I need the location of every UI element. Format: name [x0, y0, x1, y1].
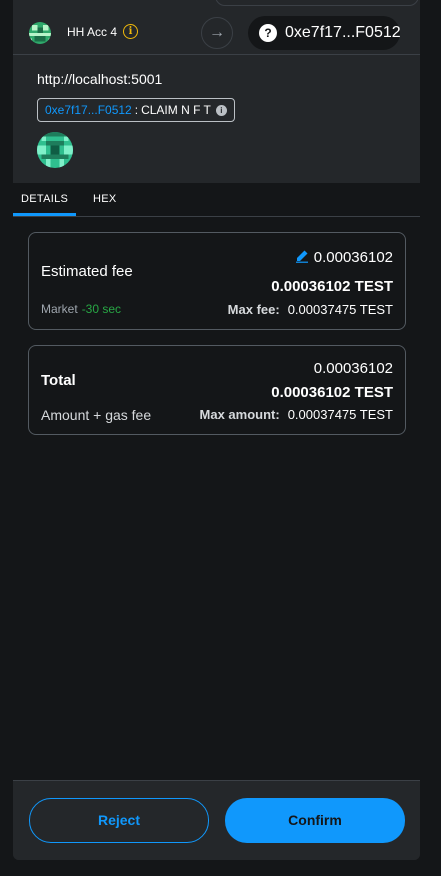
- max-amount-value: 0.00037475 TEST: [287, 407, 393, 422]
- network-pill[interactable]: [215, 0, 419, 6]
- max-amount-label: Max amount:: [199, 407, 280, 422]
- estimated-fee-card: Estimated fee 0.00036102 0.00036102 TEST…: [28, 232, 406, 330]
- info-icon[interactable]: i: [123, 24, 138, 39]
- tab-details[interactable]: DETAILS: [21, 193, 68, 205]
- max-fee-label: Max fee:: [227, 302, 280, 317]
- max-amount-row: Max amount: 0.00037475 TEST: [200, 407, 393, 422]
- estimated-fee-label: Estimated fee: [41, 263, 133, 280]
- account-name: HH Acc 4: [67, 25, 118, 39]
- contract-method-pill: 0xe7f17...F0512 : CLAIM N F T i: [37, 98, 235, 122]
- max-fee-row: Max fee: 0.00037475 TEST: [228, 302, 393, 317]
- account-header: HH Acc 4 i → ? 0xe7f17...F0512: [13, 0, 420, 55]
- max-fee-value: 0.00037475 TEST: [287, 302, 393, 317]
- total-label: Total: [41, 372, 76, 389]
- site-origin: http://localhost:5001: [37, 71, 163, 87]
- method-separator: :: [134, 103, 139, 117]
- confirm-transaction-panel: HH Acc 4 i → ? 0xe7f17...F0512 http://lo…: [13, 0, 420, 860]
- action-footer: Reject Confirm: [13, 780, 420, 860]
- estimated-fee-value: 0.00036102: [295, 249, 393, 266]
- reject-button[interactable]: Reject: [29, 798, 209, 843]
- estimated-fee-secondary: 0.00036102 TEST: [271, 278, 393, 295]
- method-name: CLAIM N F T: [141, 103, 211, 117]
- account-avatar: [29, 22, 51, 44]
- details-content: Estimated fee 0.00036102 0.00036102 TEST…: [13, 217, 420, 780]
- tab-bar: DETAILS HEX: [13, 183, 420, 217]
- total-secondary: 0.00036102 TEST: [271, 384, 393, 401]
- info-icon[interactable]: i: [215, 104, 227, 116]
- total-primary: 0.00036102: [313, 360, 393, 377]
- confirm-button[interactable]: Confirm: [225, 798, 405, 843]
- estimated-fee-primary: 0.00036102: [313, 249, 393, 266]
- total-card: Total 0.00036102 0.00036102 TEST Amount …: [28, 345, 406, 435]
- amount-gas-label: Amount + gas fee: [41, 407, 152, 423]
- recipient-pill[interactable]: ? 0xe7f17...F0512: [248, 16, 401, 50]
- arrow-right-icon: →: [201, 17, 233, 49]
- market-speed: Market -30 sec: [41, 302, 121, 316]
- question-icon: ?: [259, 24, 277, 42]
- market-time: -30 sec: [81, 302, 122, 316]
- tab-hex[interactable]: HEX: [93, 193, 117, 205]
- market-label: Market: [41, 302, 78, 316]
- contract-address-link[interactable]: 0xe7f17...F0512: [45, 103, 132, 117]
- edit-pencil-icon[interactable]: [295, 249, 309, 263]
- contract-avatar: [37, 132, 73, 168]
- recipient-address: 0xe7f17...F0512: [285, 24, 401, 41]
- active-tab-indicator: [13, 213, 76, 216]
